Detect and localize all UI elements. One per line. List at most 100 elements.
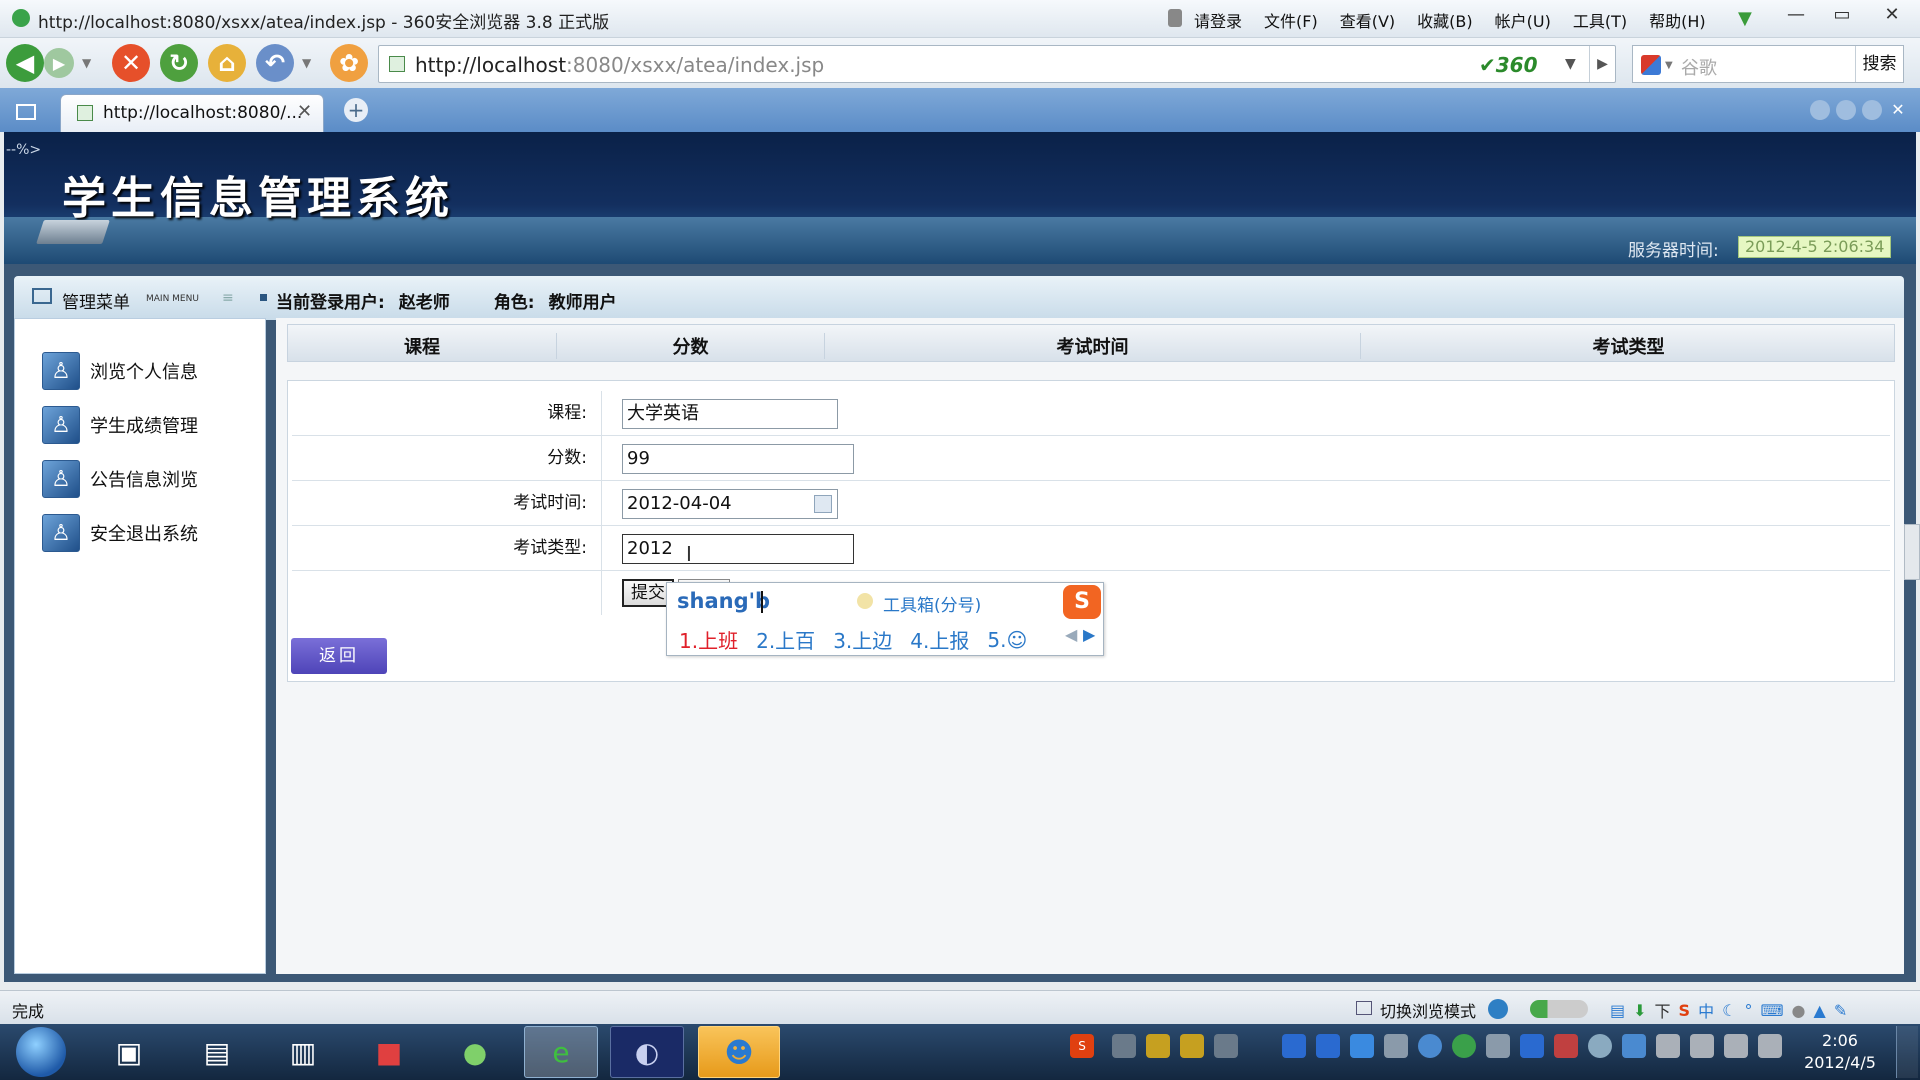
taskbar-toolbox-icon[interactable]: ■: [352, 1026, 426, 1078]
tray-shield-icon[interactable]: [1282, 1034, 1306, 1058]
tray-qq2-icon[interactable]: [1180, 1034, 1204, 1058]
globe-icon[interactable]: [1488, 999, 1508, 1019]
ime-candidate[interactable]: 1.上班: [679, 625, 738, 654]
tray-network-icon[interactable]: [1112, 1034, 1136, 1058]
tray-camera-icon[interactable]: [1214, 1034, 1238, 1058]
mode-switch[interactable]: 切换浏览模式: [1380, 998, 1476, 1022]
engine-dropdown-icon[interactable]: ▼: [1665, 60, 1673, 71]
sidebar-item-profile[interactable]: ♙ 浏览个人信息: [42, 350, 198, 392]
taskbar-qq-icon[interactable]: ☻: [698, 1026, 780, 1078]
new-tab-icon[interactable]: +: [344, 98, 368, 122]
sidebar-item-notices[interactable]: ♙ 公告信息浏览: [42, 458, 198, 500]
home-icon[interactable]: ⌂: [208, 44, 246, 82]
sogou-icon[interactable]: S: [1679, 1001, 1691, 1020]
tray-power-icon[interactable]: [1486, 1034, 1510, 1058]
save-icon[interactable]: ▤: [1610, 1001, 1625, 1020]
stop-icon[interactable]: ✕: [112, 44, 150, 82]
shirt-icon[interactable]: ▼: [1738, 8, 1752, 29]
search-button[interactable]: 搜索: [1855, 46, 1903, 82]
skin-icon[interactable]: ▲: [1814, 1001, 1826, 1020]
security-badge[interactable]: ✔360: [1479, 53, 1538, 77]
wrench-icon[interactable]: ✎: [1834, 1001, 1847, 1020]
punctuation-icon[interactable]: °: [1744, 1001, 1752, 1020]
user-icon[interactable]: ●: [1792, 1001, 1806, 1020]
undo-dropdown-icon[interactable]: ▼: [302, 56, 311, 70]
tab-active[interactable]: http://localhost:8080/... ✕: [60, 94, 324, 132]
tray-chat-icon[interactable]: [1418, 1034, 1442, 1058]
ime-prev-page-icon[interactable]: ◀: [1065, 625, 1077, 644]
exam-time-input[interactable]: 2012-04-04: [622, 489, 838, 519]
history-dropdown-icon[interactable]: ▼: [82, 56, 91, 70]
keyboard-icon[interactable]: ⌨: [1760, 1001, 1783, 1020]
menu-tools[interactable]: 工具(T): [1573, 8, 1627, 32]
start-button[interactable]: [16, 1027, 66, 1077]
menu-favorites[interactable]: 收藏(B): [1417, 8, 1472, 32]
ime-mode-indicator[interactable]: 中: [1698, 998, 1714, 1022]
close-window-button[interactable]: ✕: [1874, 4, 1910, 30]
sidebar-item-logout[interactable]: ♙ 安全退出系统: [42, 512, 198, 554]
ime-toolbox[interactable]: 工具箱(分号): [883, 591, 981, 616]
tab-close-icon[interactable]: ✕: [297, 101, 312, 122]
search-engine-icon[interactable]: [1641, 55, 1661, 75]
ime-candidate[interactable]: 4.上报: [910, 625, 969, 654]
taskbar-media-icon[interactable]: ▤: [180, 1026, 254, 1078]
taskbar-globe-icon[interactable]: ●: [438, 1026, 512, 1078]
tray-window-icon[interactable]: [1520, 1034, 1544, 1058]
tray-edit-icon[interactable]: [1384, 1034, 1408, 1058]
toggle-switch[interactable]: [1530, 1000, 1588, 1018]
tab-scroll-right-icon[interactable]: [1836, 100, 1856, 120]
moon-icon[interactable]: ☾: [1722, 1001, 1736, 1020]
tray-settings-icon[interactable]: [1588, 1034, 1612, 1058]
ime-candidate[interactable]: 3.上边: [833, 625, 892, 654]
taskbar-360-browser-icon[interactable]: e: [524, 1026, 598, 1078]
ime-candidate[interactable]: 5.☺: [987, 628, 1027, 652]
download-icon[interactable]: ⬇: [1633, 1001, 1646, 1020]
address-bar[interactable]: http://localhost:8080/xsxx/atea/index.js…: [378, 45, 1616, 83]
search-input[interactable]: 谷歌: [1681, 54, 1717, 80]
taskbar-eclipse-icon[interactable]: ◐: [610, 1026, 684, 1078]
tray-volume-icon[interactable]: [1758, 1034, 1782, 1058]
search-box[interactable]: ▼ 谷歌 搜索: [1632, 45, 1904, 83]
tray-refresh-icon[interactable]: [1452, 1034, 1476, 1058]
maximize-button[interactable]: ▭: [1824, 4, 1860, 30]
ime-candidate[interactable]: 2.上百: [756, 625, 815, 654]
tray-qq1-icon[interactable]: [1146, 1034, 1170, 1058]
tray-device-icon[interactable]: [1690, 1034, 1714, 1058]
side-panel-handle[interactable]: [1904, 524, 1920, 580]
show-desktop-button[interactable]: [1896, 1026, 1918, 1078]
tray-flag-icon[interactable]: [1656, 1034, 1680, 1058]
tray-network2-icon[interactable]: [1724, 1034, 1748, 1058]
sidebar-item-grades[interactable]: ♙ 学生成绩管理: [42, 404, 198, 446]
taskbar-document-icon[interactable]: ▥: [266, 1026, 340, 1078]
menu-account[interactable]: 帐户(U): [1495, 8, 1551, 32]
menu-view[interactable]: 查看(V): [1340, 8, 1395, 32]
score-input[interactable]: 99: [622, 444, 854, 474]
tray-tool-icon[interactable]: [1554, 1034, 1578, 1058]
url-text[interactable]: http://localhost:8080/xsxx/atea/index.js…: [415, 53, 824, 77]
taskbar-camera-icon[interactable]: ▣: [92, 1026, 166, 1078]
minimize-button[interactable]: —: [1778, 4, 1814, 30]
sidebar-toggle-icon[interactable]: [16, 104, 36, 120]
menu-login[interactable]: 请登录: [1194, 8, 1242, 32]
paw-icon[interactable]: ✿: [330, 44, 368, 82]
tray-grid-icon[interactable]: [1350, 1034, 1374, 1058]
clock[interactable]: 2:06 2012/4/5: [1800, 1030, 1880, 1074]
refresh-icon[interactable]: ↻: [160, 44, 198, 82]
menu-help[interactable]: 帮助(H): [1649, 8, 1706, 32]
back-button[interactable]: 返回: [291, 638, 387, 674]
calendar-icon[interactable]: [814, 495, 832, 513]
course-input[interactable]: 大学英语: [622, 399, 838, 429]
forward-arrow-icon[interactable]: ▶: [44, 48, 74, 78]
ime-next-page-icon[interactable]: ▶: [1083, 625, 1095, 644]
go-icon[interactable]: ▶: [1589, 46, 1615, 82]
exam-type-input[interactable]: 2012: [622, 534, 854, 564]
tab-list-icon[interactable]: [1862, 100, 1882, 120]
tray-defender-icon[interactable]: [1316, 1034, 1340, 1058]
tray-monitor-icon[interactable]: [1622, 1034, 1646, 1058]
back-arrow-icon[interactable]: ◀: [6, 44, 44, 82]
tab-scroll-left-icon[interactable]: [1810, 100, 1830, 120]
tab-close-all-icon[interactable]: ✕: [1888, 100, 1908, 120]
tray-sogou-icon[interactable]: S: [1070, 1034, 1094, 1058]
undo-close-icon[interactable]: ↶: [256, 44, 294, 82]
menu-file[interactable]: 文件(F): [1264, 8, 1318, 32]
